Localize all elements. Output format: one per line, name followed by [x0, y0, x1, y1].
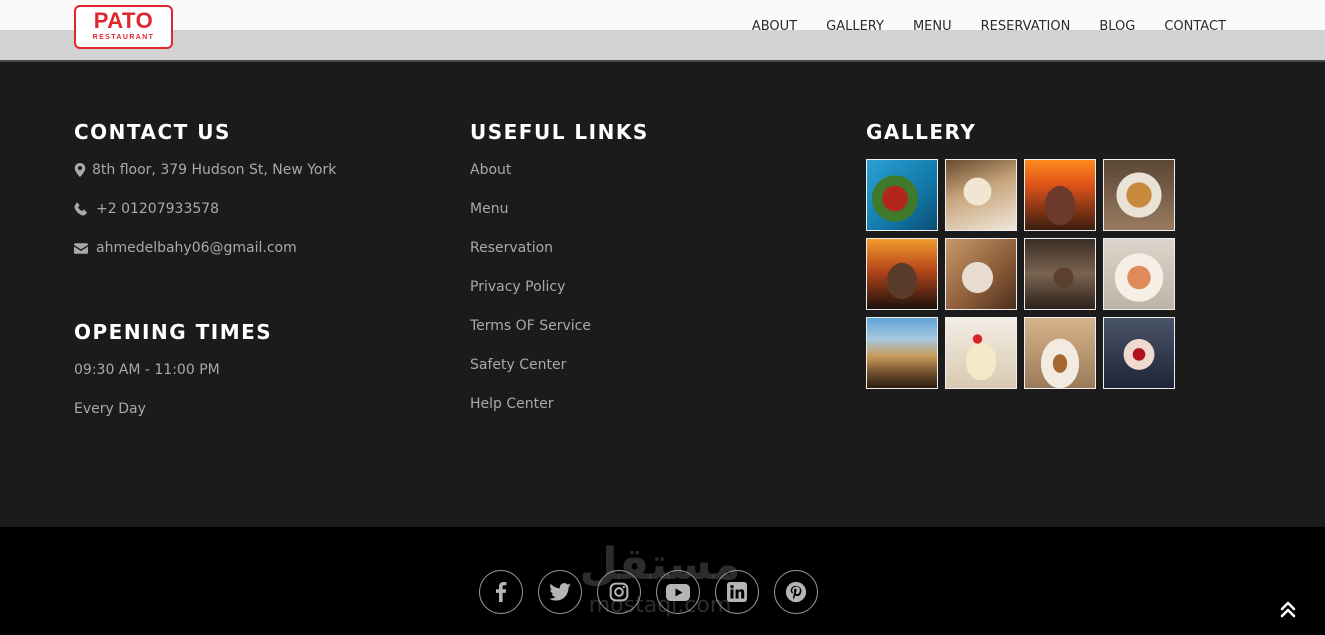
- contact-phone: +2 01207933578: [74, 199, 434, 219]
- nav-blog[interactable]: BLOG: [1099, 18, 1135, 36]
- nav-about[interactable]: ABOUT: [752, 18, 797, 36]
- contact-address: 8th floor, 379 Hudson St, New York: [74, 160, 434, 180]
- contact-address-text: 8th floor, 379 Hudson St, New York: [92, 162, 337, 178]
- twitter-icon[interactable]: [538, 570, 582, 614]
- footer-bottom-bar: مستقل mostaql.com: [0, 527, 1325, 635]
- opening-days: Every Day: [74, 401, 146, 417]
- gallery-image-salad[interactable]: [866, 159, 938, 231]
- gallery-image-city[interactable]: [866, 317, 938, 389]
- contact-heading: CONTACT US: [74, 120, 231, 144]
- links-heading: USEFUL LINKS: [470, 120, 649, 144]
- logo-tagline: RESTAURANT: [92, 34, 155, 41]
- link-help-center[interactable]: Help Center: [470, 394, 770, 414]
- gallery-image-plated[interactable]: [1024, 317, 1096, 389]
- instagram-icon[interactable]: [597, 570, 641, 614]
- nav-gallery[interactable]: GALLERY: [826, 18, 884, 36]
- gallery-image-shrimp[interactable]: [1103, 238, 1175, 310]
- facebook-icon[interactable]: [479, 570, 523, 614]
- nav-reservation[interactable]: RESERVATION: [981, 18, 1071, 36]
- link-about[interactable]: About: [470, 160, 770, 180]
- contact-email-text[interactable]: ahmedelbahy06@gmail.com: [96, 240, 297, 256]
- useful-links-section: USEFUL LINKS About Menu Reservation Priv…: [470, 118, 770, 414]
- brand-logo[interactable]: PATO RESTAURANT: [74, 5, 173, 49]
- logo-name: PATO: [93, 8, 154, 33]
- youtube-icon[interactable]: [656, 570, 700, 614]
- gallery-heading: GALLERY: [866, 120, 977, 144]
- nav-contact[interactable]: CONTACT: [1164, 18, 1226, 36]
- gallery-image-bread-coffee[interactable]: [945, 159, 1017, 231]
- link-menu[interactable]: Menu: [470, 199, 770, 219]
- map-marker-icon: [74, 163, 92, 177]
- nav-menu[interactable]: MENU: [913, 18, 952, 36]
- gallery-section: GALLERY: [866, 118, 1186, 389]
- opening-heading: OPENING TIMES: [74, 320, 273, 344]
- envelope-icon: [74, 242, 96, 254]
- link-safety-center[interactable]: Safety Center: [470, 355, 770, 375]
- chevron-double-up-icon[interactable]: [1276, 597, 1300, 621]
- social-links: [479, 570, 818, 614]
- navbar: PATO RESTAURANT ABOUT GALLERY MENU RESER…: [0, 0, 1325, 62]
- link-terms-of-service[interactable]: Terms OF Service: [470, 316, 770, 336]
- gallery-image-roast[interactable]: [866, 238, 938, 310]
- contact-email: ahmedelbahy06@gmail.com: [74, 238, 434, 258]
- gallery-image-dessert[interactable]: [945, 317, 1017, 389]
- links-list: About Menu Reservation Privacy Policy Te…: [470, 160, 770, 414]
- opening-times-section: OPENING TIMES 09:30 AM - 11:00 PM Every …: [74, 318, 434, 419]
- gallery-image-steak[interactable]: [1024, 159, 1096, 231]
- contact-section: CONTACT US 8th floor, 379 Hudson St, New…: [74, 118, 434, 258]
- gallery-image-fruit-hands[interactable]: [1103, 317, 1175, 389]
- link-privacy-policy[interactable]: Privacy Policy: [470, 277, 770, 297]
- link-reservation[interactable]: Reservation: [470, 238, 770, 258]
- contact-phone-text: +2 01207933578: [96, 201, 220, 217]
- gallery-grid: [866, 159, 1186, 389]
- main-nav: ABOUT GALLERY MENU RESERVATION BLOG CONT…: [752, 18, 1226, 36]
- linkedin-icon[interactable]: [715, 570, 759, 614]
- gallery-image-kitchen[interactable]: [1024, 238, 1096, 310]
- pinterest-icon[interactable]: [774, 570, 818, 614]
- gallery-image-fish[interactable]: [1103, 159, 1175, 231]
- opening-hours: 09:30 AM - 11:00 PM: [74, 362, 220, 378]
- phone-icon: [74, 202, 96, 216]
- gallery-image-dining[interactable]: [945, 238, 1017, 310]
